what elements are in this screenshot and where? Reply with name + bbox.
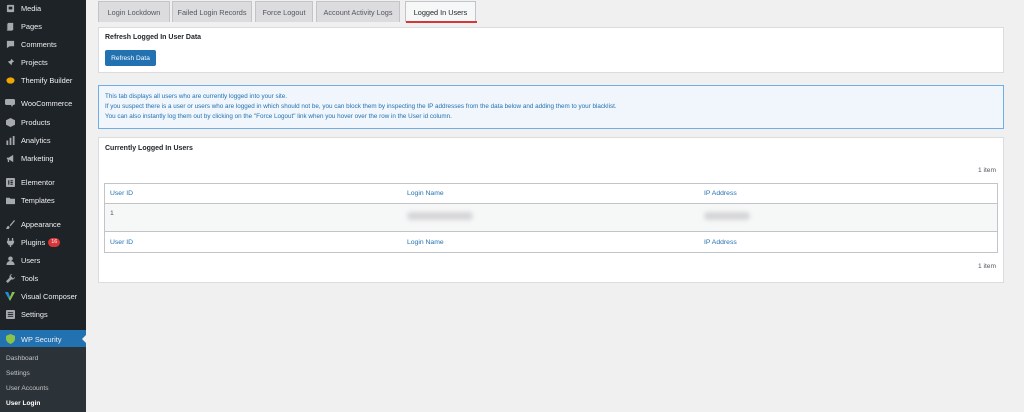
sidebar-item-users[interactable]: Users bbox=[0, 251, 86, 269]
sidebar-item-appearance[interactable]: Appearance bbox=[0, 215, 86, 233]
item-count-bottom: 1 item bbox=[978, 263, 996, 270]
sidebar-item-label: Users bbox=[21, 255, 41, 265]
sidebar-item-pages[interactable]: Pages bbox=[0, 17, 86, 35]
info-notice: This tab displays all users who are curr… bbox=[98, 85, 1004, 129]
sidebar-item-visual-composer[interactable]: Visual Composer bbox=[0, 287, 86, 305]
logged-in-users-table: User ID Login Name IP Address 1 User ID … bbox=[104, 183, 998, 253]
column-footer-login-name[interactable]: Login Name bbox=[407, 239, 444, 246]
submenu-item-user-login[interactable]: User Login bbox=[6, 400, 40, 407]
plugin-icon bbox=[5, 237, 15, 247]
wrench-icon bbox=[5, 273, 15, 283]
sidebar-item-woocommerce[interactable]: WooCommerce bbox=[0, 94, 86, 112]
column-header-user-id[interactable]: User ID bbox=[110, 190, 133, 197]
sidebar-item-label: Themify Builder bbox=[21, 75, 73, 85]
media-icon bbox=[5, 3, 15, 13]
menu-separator bbox=[0, 212, 86, 213]
sidebar-item-label: Marketing bbox=[21, 153, 54, 163]
submenu-item-dashboard[interactable]: Dashboard bbox=[6, 355, 38, 362]
redacted-login-name bbox=[407, 212, 473, 220]
admin-sidebar: Media Pages Comments Projects Themify Bu… bbox=[0, 0, 86, 412]
sidebar-item-label: Projects bbox=[21, 57, 48, 67]
pin-icon bbox=[5, 57, 15, 67]
sidebar-item-label: Comments bbox=[21, 39, 57, 49]
elementor-icon bbox=[5, 177, 15, 187]
sidebar-item-products[interactable]: Products bbox=[0, 113, 86, 131]
sidebar-item-analytics[interactable]: Analytics bbox=[0, 131, 86, 149]
sidebar-item-comments[interactable]: Comments bbox=[0, 35, 86, 53]
column-header-login-name[interactable]: Login Name bbox=[407, 190, 444, 197]
table-row[interactable]: 1 bbox=[105, 203, 997, 232]
sidebar-item-label: Appearance bbox=[21, 219, 61, 229]
woocommerce-icon bbox=[5, 98, 15, 108]
sidebar-item-templates[interactable]: Templates bbox=[0, 191, 86, 209]
sidebar-item-label: Templates bbox=[21, 195, 55, 205]
sidebar-item-label: Pages bbox=[21, 21, 42, 31]
menu-separator bbox=[0, 170, 86, 171]
item-count-top: 1 item bbox=[978, 167, 996, 174]
sidebar-item-label: Elementor bbox=[21, 177, 55, 187]
shield-icon bbox=[5, 334, 15, 344]
sidebar-item-label: Plugins bbox=[21, 237, 46, 247]
active-tab-underline bbox=[406, 21, 477, 23]
sidebar-item-label: Media bbox=[21, 3, 42, 13]
tab-login-lockdown[interactable]: Login Lockdown bbox=[98, 1, 170, 22]
sidebar-item-label: Visual Composer bbox=[21, 291, 78, 301]
tab-force-logout[interactable]: Force Logout bbox=[255, 1, 313, 22]
submenu-item-user-accounts[interactable]: User Accounts bbox=[6, 385, 49, 392]
sidebar-item-elementor[interactable]: Elementor bbox=[0, 173, 86, 191]
sidebar-item-label: WooCommerce bbox=[21, 98, 73, 108]
products-icon bbox=[5, 117, 15, 127]
sidebar-item-marketing[interactable]: Marketing bbox=[0, 149, 86, 167]
sidebar-item-media[interactable]: Media bbox=[0, 0, 86, 17]
comments-icon bbox=[5, 39, 15, 49]
active-menu-arrow bbox=[82, 335, 86, 343]
megaphone-icon bbox=[5, 153, 15, 163]
sidebar-item-label: Tools bbox=[21, 273, 39, 283]
visual-composer-icon bbox=[5, 291, 15, 301]
plugins-update-badge: 16 bbox=[48, 237, 61, 247]
sidebar-item-settings[interactable]: Settings bbox=[0, 305, 86, 323]
tab-logged-in-users[interactable]: Logged In Users bbox=[405, 1, 476, 22]
folder-icon bbox=[5, 195, 15, 205]
refresh-data-button[interactable]: Refresh Data bbox=[105, 50, 156, 66]
pages-icon bbox=[5, 21, 15, 31]
refresh-panel: Refresh Logged In User Data Refresh Data bbox=[98, 27, 1004, 73]
column-footer-user-id[interactable]: User ID bbox=[110, 239, 133, 246]
analytics-icon bbox=[5, 135, 15, 145]
submenu-item-settings[interactable]: Settings bbox=[6, 370, 30, 377]
tab-account-activity-logs[interactable]: Account Activity Logs bbox=[316, 1, 400, 22]
refresh-panel-title: Refresh Logged In User Data bbox=[105, 34, 202, 41]
column-header-ip-address[interactable]: IP Address bbox=[704, 190, 737, 197]
menu-separator bbox=[0, 92, 86, 93]
sidebar-item-label: Settings bbox=[21, 309, 48, 319]
users-panel-title: Currently Logged In Users bbox=[105, 145, 193, 152]
settings-icon bbox=[5, 309, 15, 319]
sidebar-item-label: Products bbox=[21, 117, 51, 127]
info-line: You can also instantly log them out by c… bbox=[105, 113, 452, 120]
info-line: This tab displays all users who are curr… bbox=[105, 93, 287, 100]
column-footer-ip-address[interactable]: IP Address bbox=[704, 239, 737, 246]
tab-failed-login-records[interactable]: Failed Login Records bbox=[172, 1, 252, 22]
sidebar-item-plugins[interactable]: Plugins 16 bbox=[0, 233, 86, 251]
sidebar-item-wp-security[interactable]: WP Security bbox=[0, 330, 86, 348]
sidebar-item-projects[interactable]: Projects bbox=[0, 53, 86, 71]
themify-icon bbox=[5, 75, 15, 85]
sidebar-item-label: Analytics bbox=[21, 135, 51, 145]
cell-user-id[interactable]: 1 bbox=[110, 210, 114, 217]
user-icon bbox=[5, 255, 15, 265]
brush-icon bbox=[5, 219, 15, 229]
sidebar-item-label: WP Security bbox=[21, 334, 62, 344]
redacted-ip-address bbox=[704, 212, 750, 220]
sidebar-item-tools[interactable]: Tools bbox=[0, 269, 86, 287]
sidebar-item-themify-builder[interactable]: Themify Builder bbox=[0, 71, 86, 89]
wp-security-submenu: Dashboard Settings User Accounts User Lo… bbox=[0, 347, 86, 412]
info-line: If you suspect there is a user or users … bbox=[105, 103, 617, 110]
